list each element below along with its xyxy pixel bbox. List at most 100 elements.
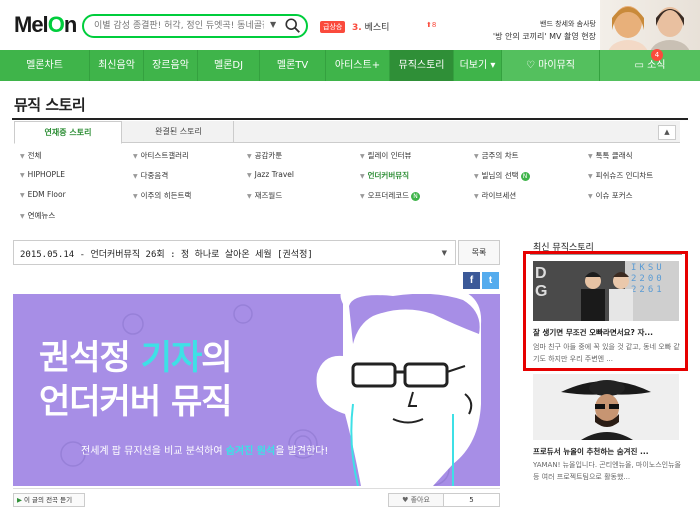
category-item[interactable]: ▼ 공감카툰 (247, 150, 282, 161)
category-item[interactable]: ▼ 아티스트갤러리 (133, 150, 189, 161)
chevron-down-icon: ▼ (588, 193, 593, 200)
chevron-up-icon[interactable]: ▲ (658, 125, 676, 140)
chevron-down-icon: ▼ (474, 193, 479, 200)
promo-image[interactable] (600, 0, 700, 50)
category-item[interactable]: ▼ 금주의 차트 (474, 150, 519, 161)
play-all-button[interactable]: ▶ 이 글의 전곡 듣기 (13, 493, 85, 507)
tab-ongoing[interactable]: 연재중 스토리 (14, 121, 122, 144)
episode-select[interactable]: 2015.05.14 - 언더커버뮤직 26회 : 정 하나로 살아온 세월 [… (13, 240, 456, 265)
category-item[interactable]: ▼ 재즈월드 (247, 190, 282, 201)
category-item[interactable]: ▼ 톡톡 클래식 (588, 150, 633, 161)
search-box: ▼ (82, 14, 308, 38)
category-label: 다중음격 (140, 171, 169, 180)
nav-latest-music[interactable]: 최신음악 (90, 50, 144, 81)
page-title: 뮤직 스토리 (14, 96, 86, 114)
category-item[interactable]: ▼ 라이브세션 (474, 190, 516, 201)
chevron-down-icon: ▼ (474, 173, 479, 180)
category-label: Jazz Travel (254, 170, 294, 179)
category-item[interactable]: ▼ 연예뉴스 (20, 210, 55, 221)
caret-down-icon[interactable]: ▼ (270, 20, 276, 29)
chevron-down-icon: ▼ (20, 153, 25, 160)
category-item[interactable]: ▼ 피쉬슈즈 인디차트 (588, 170, 653, 181)
nav-melon-dj[interactable]: 멜론DJ (198, 50, 260, 81)
category-label: 이주의 히든트랙 (140, 191, 192, 200)
heart-icon: ♥ (402, 496, 409, 504)
promo-title[interactable]: '방 안의 코끼리' MV 촬영 현장 (492, 31, 596, 42)
category-label: 금주의 차트 (481, 151, 519, 160)
category-label: 라이브세션 (481, 191, 517, 200)
category-item[interactable]: ▼ 전체 (20, 150, 41, 161)
category-item[interactable]: ▼ 빌님의 선택 N (474, 170, 530, 181)
rank-change: ⬆8 (426, 21, 436, 29)
category-label: 릴레이 인터뷰 (367, 151, 412, 160)
chevron-down-icon: ▼ (360, 173, 365, 180)
story-title[interactable]: 프로듀서 뉴올이 추천하는 숨겨진 ... (533, 446, 681, 457)
category-item[interactable]: ▼ 이슈 포커스 (588, 190, 633, 201)
nav-melon-tv[interactable]: 멜론TV (260, 50, 326, 81)
banner-sub-post: 을 발견한다! (275, 446, 329, 457)
story-title[interactable]: 잘 생기면 무조건 오빠라면서요? 자... (533, 327, 681, 338)
banner-suffix: 의 (201, 338, 232, 378)
chevron-down-icon: ▼ (360, 153, 365, 160)
twitter-icon[interactable]: t (482, 272, 499, 289)
category-item[interactable]: ▼ 이주의 히든트랙 (133, 190, 191, 201)
category-label: 피쉬슈즈 인디차트 (595, 171, 654, 180)
banner-subtitle: 전세계 팝 뮤지션을 비교 분석하여 숨겨진 원석을 발견한다! (81, 442, 328, 457)
search-input[interactable] (94, 18, 264, 34)
main-nav: 멜론차트 최신음악 장르음악 멜론DJ 멜론TV 아티스트+ 뮤직스토리 더보기… (0, 50, 700, 81)
chevron-down-icon: ▼ (247, 193, 252, 200)
list-button[interactable]: 목록 (458, 240, 500, 265)
like-button[interactable]: ♥ 좋아요 (388, 493, 444, 507)
rising-badge: 급상승 (320, 21, 346, 33)
nav-more[interactable]: 더보기 ▾ (454, 50, 502, 81)
story-thumbnail[interactable] (533, 374, 679, 440)
tab-completed[interactable]: 완결된 스토리 (124, 121, 234, 143)
facebook-icon[interactable]: f (463, 272, 480, 289)
nav-genre-music[interactable]: 장르음악 (144, 50, 198, 81)
chevron-down-icon: ▼ (474, 153, 479, 160)
category-item[interactable]: ▼ HIPHOPLE (20, 170, 65, 179)
category-item-active[interactable]: ▼ 언더커버뮤직 (360, 170, 409, 181)
new-badge: N (520, 171, 530, 181)
realtime-keyword[interactable]: 3. 베스티 (352, 20, 389, 33)
sidebar-title: 최신 뮤직스토리 (533, 243, 594, 253)
story-description[interactable]: YAMAN! 뉴올입니다. 곤티엔뉴올, 마이노스인뉴올등 여러 프로젝트팀으로… (533, 459, 681, 483)
story-thumbnail[interactable]: DG IKSU 2200 2261 (533, 261, 679, 321)
nav-artist-plus[interactable]: 아티스트+ (326, 50, 390, 81)
banner-title-line1: 권석정 기자의 (39, 330, 233, 379)
chevron-down-icon: ▼ (588, 153, 593, 160)
new-badge: N (411, 191, 421, 201)
play-all-label: 이 글의 전곡 듣기 (24, 496, 73, 504)
chevron-down-icon: ▼ (133, 173, 138, 180)
like-label: 좋아요 (410, 496, 430, 504)
banner-writer: 권석정 (39, 338, 141, 378)
logo-text-end: n (63, 12, 77, 37)
nav-social-label: 소식 (647, 60, 666, 71)
caret-down-icon: ▾ (490, 60, 496, 71)
category-item[interactable]: ▼ 릴레이 인터뷰 (360, 150, 411, 161)
category-label: 아티스트갤러리 (140, 151, 189, 160)
chevron-down-icon: ▼ (360, 193, 365, 200)
caret-down-icon: ▼ (441, 249, 447, 257)
chevron-down-icon: ▼ (588, 173, 593, 180)
banner-title-line2: 언더커버 뮤직 (39, 382, 233, 422)
nav-music-story[interactable]: 뮤직스토리 (390, 50, 454, 81)
nav-more-label: 더보기 (459, 60, 488, 71)
promo-subtitle[interactable]: 밴드 창세와 솜사탕 (508, 19, 596, 29)
category-label: 전체 (27, 151, 42, 160)
melon-logo[interactable]: MelOn (14, 12, 77, 38)
category-item[interactable]: ▼ 오프더레코드 N (360, 190, 421, 201)
search-icon[interactable] (284, 17, 302, 35)
nav-my-music[interactable]: ♡ 마이뮤직 (502, 50, 600, 81)
story-description[interactable]: 엄마 친구 아들 중에 꼭 있을 것 같고, 동네 오빠 같기도 하지만 우리 … (533, 341, 681, 365)
chevron-down-icon: ▼ (247, 172, 252, 179)
chevron-down-icon: ▼ (20, 213, 25, 220)
category-item[interactable]: ▼ 다중음격 (133, 170, 168, 181)
nav-social[interactable]: ▭ 소식 (600, 50, 700, 81)
category-label: 공감카툰 (254, 151, 283, 160)
category-item[interactable]: ▼ Jazz Travel (247, 170, 294, 179)
category-item[interactable]: ▼ EDM Floor (20, 190, 66, 199)
story-banner: 권석정 기자의 언더커버 뮤직 전세계 팝 뮤지션을 비교 분석하여 숨겨진 원… (13, 294, 500, 486)
category-label: 이슈 포커스 (595, 191, 633, 200)
nav-melon-chart[interactable]: 멜론차트 (0, 50, 90, 81)
